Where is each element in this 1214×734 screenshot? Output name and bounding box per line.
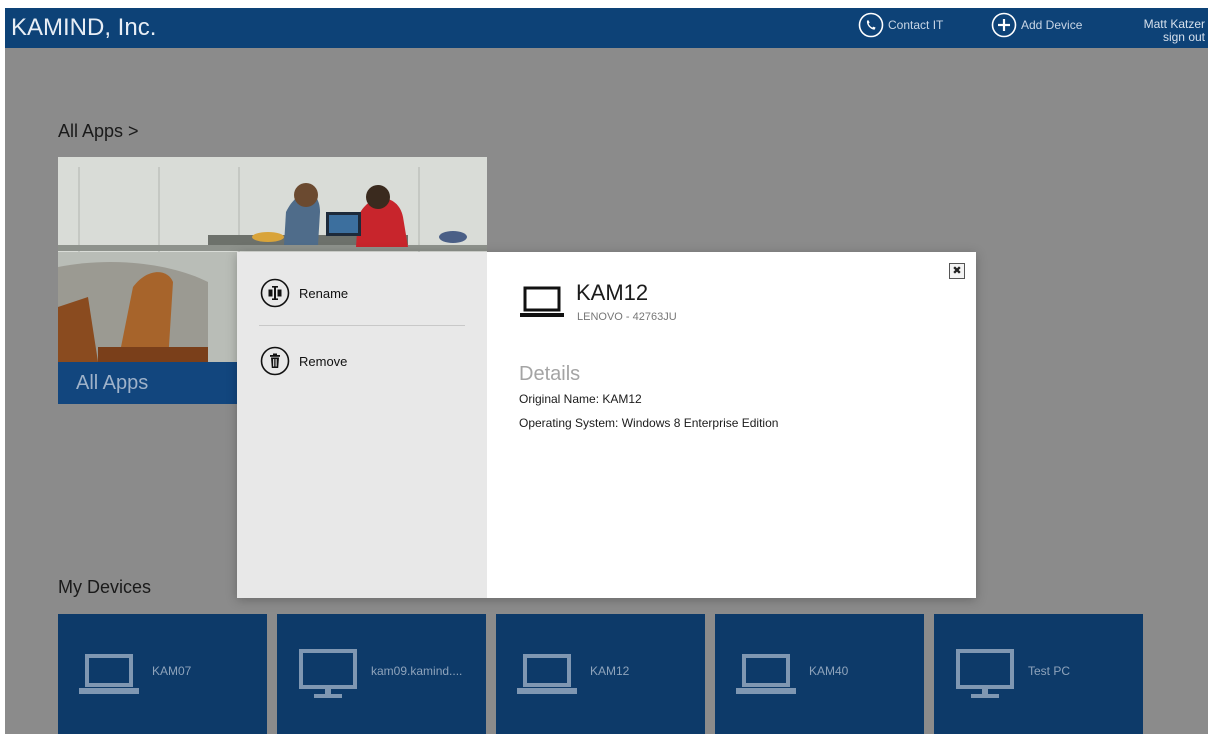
close-button[interactable]: ✖ — [949, 263, 965, 279]
phone-icon — [858, 12, 884, 38]
device-tile-kam12[interactable]: KAM12 — [496, 614, 705, 734]
details-heading: Details — [519, 363, 581, 385]
trash-icon — [260, 346, 290, 376]
remove-button[interactable]: Remove — [260, 346, 347, 376]
device-name: KAM40 — [809, 664, 849, 678]
rename-icon — [260, 278, 290, 308]
contact-it-label: Contact IT — [888, 18, 944, 32]
rename-label: Rename — [299, 285, 349, 301]
device-title: KAM12 — [576, 280, 649, 305]
laptop-icon — [517, 654, 577, 694]
device-tile-kam09[interactable]: kam09.kamind.... — [277, 614, 486, 734]
user-block: Matt Katzer sign out — [1144, 18, 1205, 44]
device-name: KAM12 — [590, 664, 630, 678]
action-divider — [259, 325, 465, 326]
device-tile-kam40[interactable]: KAM40 — [715, 614, 924, 734]
device-details-dialog: Rename Remove ✖ KAM12 LENOVO - 42763JU D… — [237, 252, 976, 598]
device-tile-kam07[interactable]: KAM07 — [58, 614, 267, 734]
device-model: LENOVO - 42763JU — [577, 311, 677, 323]
device-name: kam09.kamind.... — [371, 664, 463, 678]
my-devices-heading: My Devices — [58, 577, 152, 597]
remove-label: Remove — [299, 353, 348, 369]
monitor-icon — [299, 649, 357, 698]
laptop-icon — [736, 654, 796, 694]
device-name: KAM07 — [152, 664, 192, 678]
user-name: Matt Katzer — [1143, 17, 1205, 31]
laptop-icon — [79, 654, 139, 694]
top-bar: KAMIND, Inc. Contact IT Add Device Matt … — [5, 8, 1208, 48]
add-device-label: Add Device — [1021, 18, 1083, 32]
sign-out-link[interactable]: sign out — [1144, 31, 1205, 44]
contact-it-button[interactable]: Contact IT — [858, 12, 943, 38]
app-window: KAMIND, Inc. Contact IT Add Device Matt … — [5, 8, 1208, 734]
device-tile-test-pc[interactable]: Test PC — [934, 614, 1143, 734]
rename-button[interactable]: Rename — [260, 278, 348, 308]
original-name-row: Original Name: KAM12 — [519, 392, 642, 406]
all-apps-tile-label: All Apps — [76, 372, 149, 394]
add-device-button[interactable]: Add Device — [991, 12, 1082, 38]
company-name: KAMIND, Inc. — [11, 14, 157, 41]
operating-system-row: Operating System: Windows 8 Enterprise E… — [519, 416, 779, 430]
all-apps-heading[interactable]: All Apps > — [58, 121, 139, 142]
device-actions-panel: Rename Remove — [237, 252, 487, 598]
plus-circle-icon — [991, 12, 1017, 38]
monitor-icon — [956, 649, 1014, 698]
device-name: Test PC — [1028, 664, 1071, 678]
laptop-icon — [520, 286, 564, 317]
